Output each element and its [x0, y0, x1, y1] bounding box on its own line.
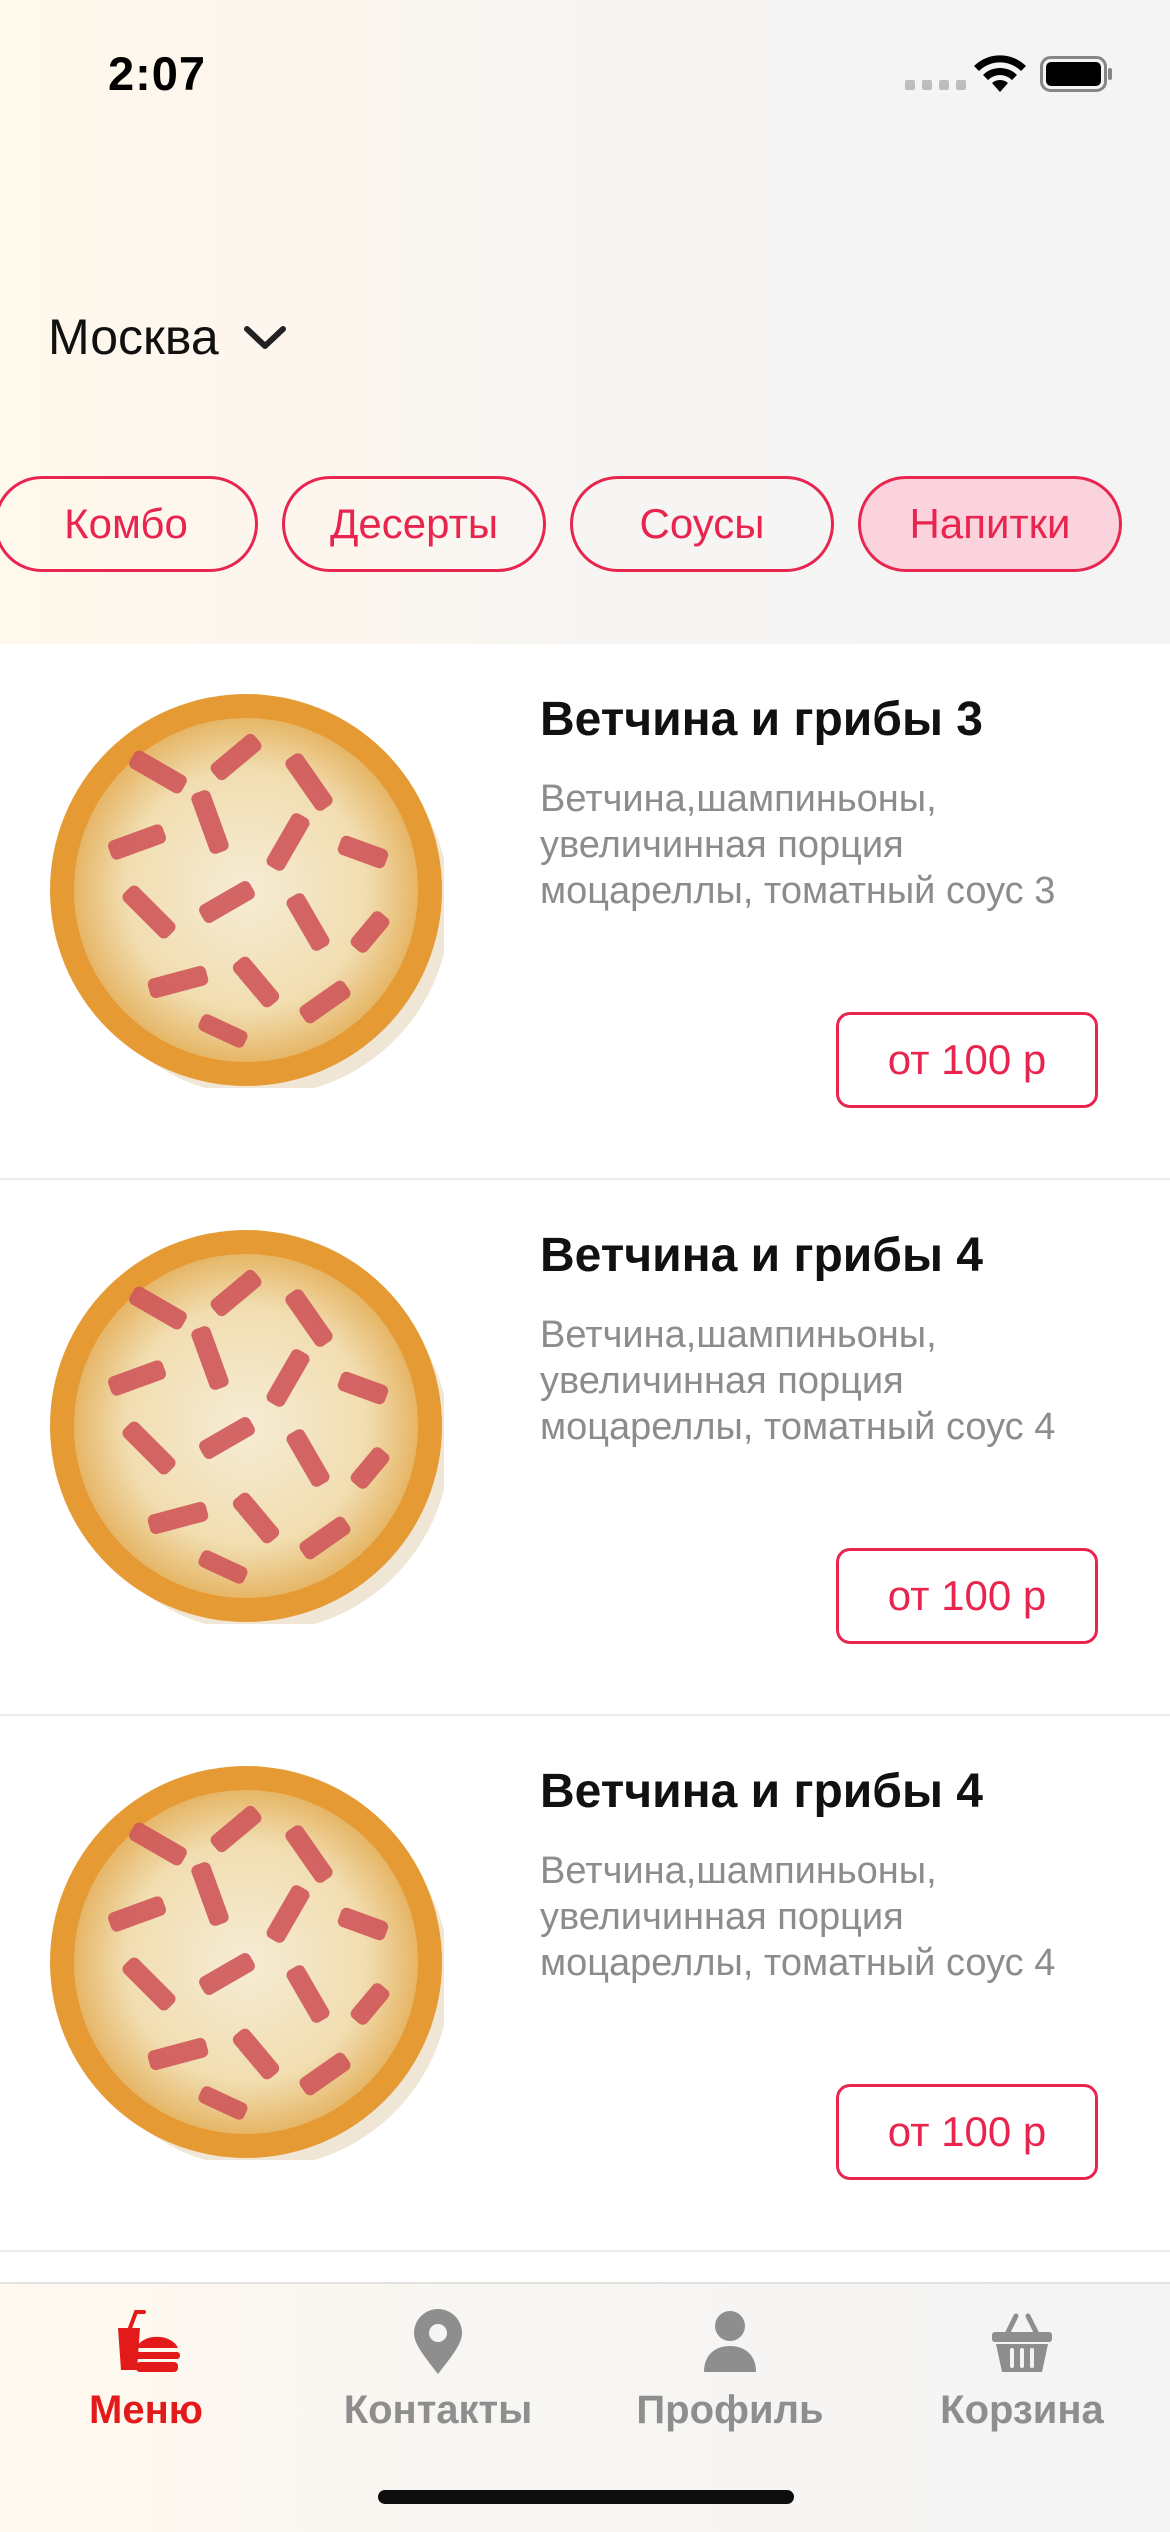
product-title: Ветчина и грибы 4 [540, 1765, 983, 1818]
category-pill-drinks[interactable]: Напитки [858, 476, 1122, 572]
battery-icon [1040, 56, 1112, 92]
category-pill-combo[interactable]: Комбо [0, 476, 258, 572]
location-pin-icon [414, 2309, 462, 2374]
product-description: Ветчина,шампиньоны, увеличинная порция м… [540, 778, 1056, 912]
cellular-signal-icon [905, 80, 966, 90]
wifi-icon [974, 55, 1026, 92]
basket-icon [992, 2313, 1052, 2372]
product-description: Ветчина,шампиньоны, увеличинная порция м… [540, 1314, 1056, 1448]
chevron-down-icon [243, 326, 286, 349]
product-list: Ветчина и грибы 3 Ветчина,шампиньоны, ув… [0, 644, 1170, 2252]
price-button[interactable]: от 100 р [836, 2084, 1098, 2180]
product-title: Ветчина и грибы 3 [540, 693, 983, 746]
product-card[interactable]: Ветчина и грибы 3 Ветчина,шампиньоны, ув… [0, 644, 1170, 1180]
tab-label: Профиль [636, 2388, 824, 2432]
city-name: Москва [48, 309, 219, 365]
tab-contacts[interactable]: Контакты [292, 2284, 584, 2464]
tab-profile[interactable]: Профиль [584, 2284, 876, 2464]
home-indicator [378, 2490, 794, 2504]
pizza-image [48, 1228, 444, 1624]
category-pill-sauces[interactable]: Соусы [570, 476, 834, 572]
burger-drink-icon [118, 2310, 180, 2372]
tab-label: Меню [89, 2388, 203, 2432]
product-description: Ветчина,шампиньоны, увеличинная порция м… [540, 1850, 1056, 1984]
product-card[interactable]: Ветчина и грибы 4 Ветчина,шампиньоны, ув… [0, 1180, 1170, 1716]
pizza-image [48, 692, 444, 1088]
tab-cart[interactable]: Корзина [876, 2284, 1168, 2464]
pizza-image [48, 1764, 444, 2160]
tab-label: Контакты [343, 2388, 533, 2432]
tab-menu[interactable]: Меню [0, 2284, 292, 2464]
city-selector[interactable]: Москва [48, 308, 289, 366]
category-filter: Комбо Десерты Соусы Напитки [0, 476, 1170, 572]
price-button[interactable]: от 100 р [836, 1548, 1098, 1644]
price-button[interactable]: от 100 р [836, 1012, 1098, 1108]
status-bar: 2:07 [0, 0, 1170, 150]
product-card[interactable]: Ветчина и грибы 4 Ветчина,шампиньоны, ув… [0, 1716, 1170, 2252]
person-icon [704, 2311, 756, 2372]
tab-label: Корзина [940, 2388, 1104, 2432]
product-title: Ветчина и грибы 4 [540, 1229, 983, 1282]
status-time: 2:07 [108, 47, 207, 100]
category-pill-desserts[interactable]: Десерты [282, 476, 546, 572]
